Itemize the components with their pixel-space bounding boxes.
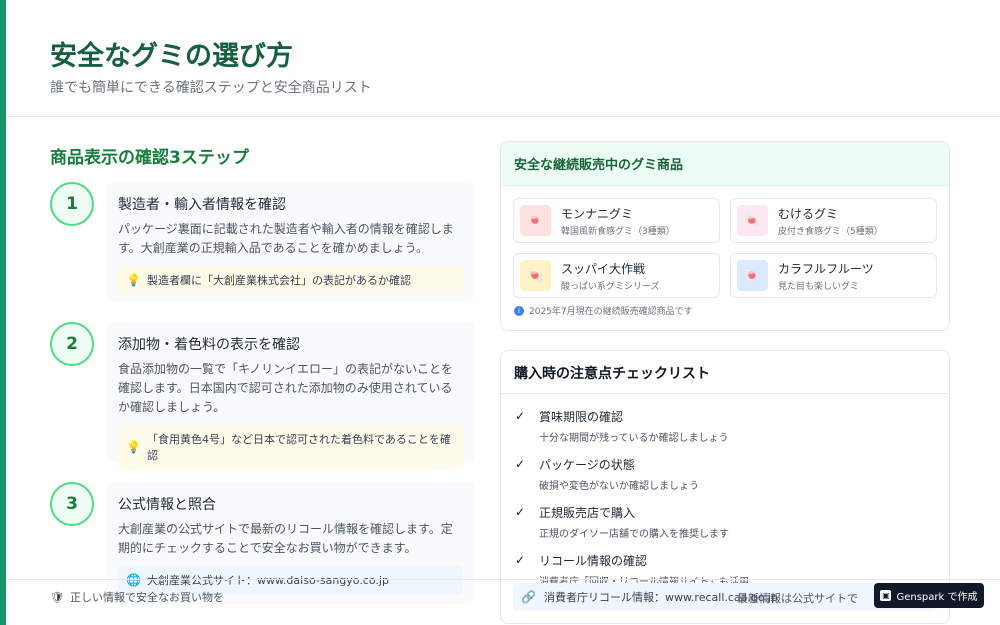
check-title: リコール情報の確認 — [539, 554, 648, 568]
candy-icon: 🍬 — [520, 205, 551, 236]
check-description: 正規のダイソー店舗での購入を推奨します — [539, 529, 729, 540]
step-2-number: 2 — [50, 322, 94, 366]
step-1-title: 製造者・輸入者情報を確認 — [118, 197, 286, 213]
product-name: カラフルフルーツ — [778, 261, 874, 276]
product-description: 酸っぱい系グミシリーズ — [561, 281, 660, 292]
check-description: 十分な期間が残っているか確認しましょう — [539, 433, 729, 444]
page-header: 安全なグミの選び方 誰でも簡単にできる確認ステップと安全商品リスト — [6, 0, 1000, 117]
checklist-panel-title: 購入時の注意点チェックリスト — [501, 351, 949, 394]
lightbulb-icon: 💡 — [126, 440, 141, 454]
step-1-tip-text: 製造者欄に「大創産業株式会社」の表記があるか確認 — [146, 274, 411, 287]
globe-icon: 🌐 — [126, 573, 141, 587]
checklist: ✓ 賞味期限の確認 十分な期間が残っているか確認しましょう ✓ パッケージの状態… — [501, 394, 949, 588]
footer-overlay-text: 最新情報は公式サイトで — [737, 592, 858, 605]
page-title: 安全なグミの選び方 — [50, 41, 293, 72]
step-2-title: 添加物・着色料の表示を確認 — [118, 337, 300, 353]
footer-text: 正しい情報で安全なお買い物を — [69, 591, 224, 604]
step-2-tip: 💡 「食用黄色4号」など日本で認可された着色料であることを確認 — [118, 425, 463, 469]
step-1-card: 製造者・輸入者情報を確認 パッケージ裏面に記載された製造者や輸入者の情報を確認し… — [106, 182, 475, 301]
candy-icon: 🍬 — [737, 260, 768, 291]
product-name: モンナニグミ — [561, 206, 634, 221]
product-name: むけるグミ — [778, 206, 839, 221]
product-card[interactable]: 🍬 むけるグミ 皮付き食感グミ（5種類） — [730, 198, 937, 243]
product-description: 韓国風新食感グミ（3種類） — [561, 226, 675, 237]
link-icon: 🔗 — [521, 590, 536, 604]
candy-icon: 🍬 — [737, 205, 768, 236]
footer: 🛡 正しい情報で安全なお買い物を — [50, 589, 224, 605]
products-note: i 2025年7月現在の継続販売確認商品です — [501, 304, 949, 327]
products-panel: 安全な継続販売中のグミ商品 🍬 モンナニグミ 韓国風新食感グミ（3種類） 🍬 む… — [500, 141, 950, 331]
genspark-badge-label[interactable]: Genspark で作成 — [896, 588, 977, 603]
page-subtitle: 誰でも簡単にできる確認ステップと安全商品リスト — [50, 80, 372, 96]
products-panel-title: 安全な継続販売中のグミ商品 — [501, 142, 949, 186]
step-1-number: 1 — [50, 182, 94, 226]
product-card[interactable]: 🍬 スッパイ大作戦 酸っぱい系グミシリーズ — [513, 253, 720, 298]
footer-divider — [6, 579, 1000, 580]
product-card[interactable]: 🍬 カラフルフルーツ 見た目も楽しいグミ — [730, 253, 937, 298]
genspark-badge[interactable]: ▣ Genspark で作成 — [874, 583, 984, 608]
step-2-card: 添加物・着色料の表示を確認 食品添加物の一覧で「キノリンイエロー」の表記がないこ… — [106, 322, 475, 469]
product-card[interactable]: 🍬 モンナニグミ 韓国風新食感グミ（3種類） — [513, 198, 720, 243]
genspark-icon: ▣ — [880, 590, 892, 601]
products-note-text: 2025年7月現在の継続販売確認商品です — [529, 307, 693, 317]
step-1-description: パッケージ裏面に記載された製造者や輸入者の情報を確認します。大創産業の正規輸入品… — [118, 222, 454, 255]
list-item: ✓ パッケージの状態 破損や変色がないか確認しましょう — [515, 456, 935, 492]
step-1-tip: 💡 製造者欄に「大創産業株式会社」の表記があるか確認 — [118, 266, 463, 294]
checkmark-icon: ✓ — [515, 409, 526, 423]
step-3-tip-text[interactable]: 大創産業公式サイト：www.daiso-sangyo.co.jp — [147, 572, 389, 588]
product-description: 見た目も楽しいグミ — [778, 281, 860, 292]
check-title: パッケージの状態 — [539, 458, 635, 472]
check-title: 正規販売店で購入 — [539, 506, 636, 520]
checkmark-icon: ✓ — [515, 457, 526, 471]
checkmark-icon: ✓ — [515, 505, 526, 519]
step-3-number: 3 — [50, 482, 94, 526]
step-3-title: 公式情報と照合 — [118, 497, 216, 513]
step-2-tip-text: 「食用黄色4号」など日本で認可された着色料であることを確認 — [146, 433, 451, 462]
check-description: 破損や変色がないか確認しましょう — [539, 481, 699, 492]
product-grid: 🍬 モンナニグミ 韓国風新食感グミ（3種類） 🍬 むけるグミ 皮付き食感グミ（5… — [501, 186, 949, 304]
product-name: スッパイ大作戦 — [561, 261, 646, 276]
step-3-description: 大創産業の公式サイトで最新のリコール情報を確認します。定期的にチェックすることで… — [118, 522, 453, 555]
list-item: ✓ 正規販売店で購入 正規のダイソー店舗での購入を推奨します — [515, 504, 935, 540]
product-description: 皮付き食感グミ（5種類） — [778, 226, 883, 237]
step-2-description: 食品添加物の一覧で「キノリンイエロー」の表記がないことを確認します。日本国内で認… — [118, 362, 454, 414]
step-3-card: 公式情報と照合 大創産業の公式サイトで最新のリコール情報を確認します。定期的にチ… — [106, 482, 475, 604]
list-item: ✓ 賞味期限の確認 十分な期間が残っているか確認しましょう — [515, 408, 935, 444]
info-icon: i — [514, 305, 524, 316]
shield-icon: 🛡 — [50, 590, 64, 604]
lightbulb-icon: 💡 — [126, 273, 141, 287]
check-title: 賞味期限の確認 — [539, 410, 624, 424]
steps-section-title: 商品表示の確認3ステップ — [50, 148, 249, 168]
candy-icon: 🍬 — [520, 260, 551, 291]
